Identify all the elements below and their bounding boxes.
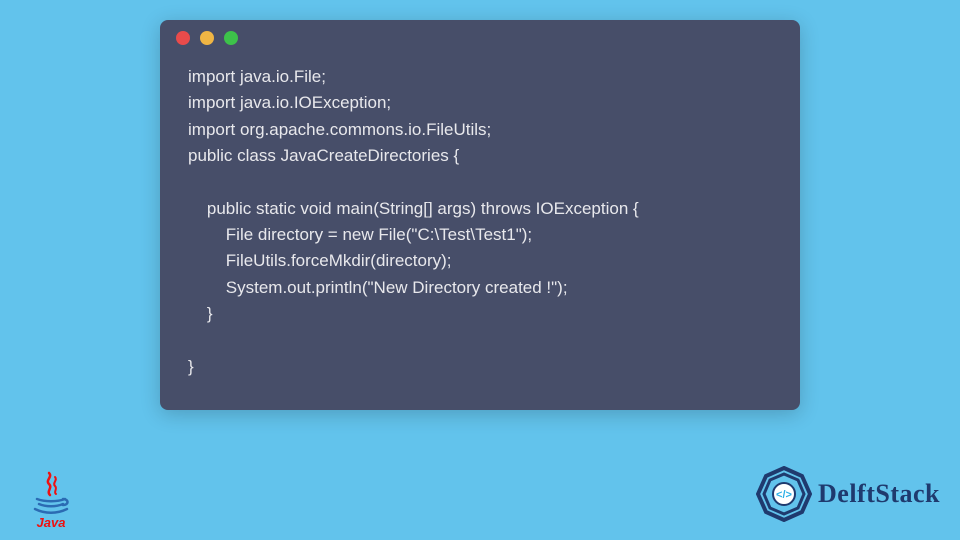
delftstack-logo-label: DelftStack [818, 479, 940, 509]
delftstack-badge-icon: </> [756, 466, 812, 522]
java-logo: Java [22, 471, 80, 530]
minimize-icon [200, 31, 214, 45]
code-block: import java.io.File; import java.io.IOEx… [160, 56, 800, 390]
java-logo-label: Java [22, 515, 80, 530]
code-window: import java.io.File; import java.io.IOEx… [160, 20, 800, 410]
window-titlebar [160, 20, 800, 56]
delftstack-logo: </> DelftStack [756, 466, 940, 522]
svg-text:</>: </> [776, 489, 792, 501]
java-cup-icon [31, 471, 71, 517]
close-icon [176, 31, 190, 45]
maximize-icon [224, 31, 238, 45]
